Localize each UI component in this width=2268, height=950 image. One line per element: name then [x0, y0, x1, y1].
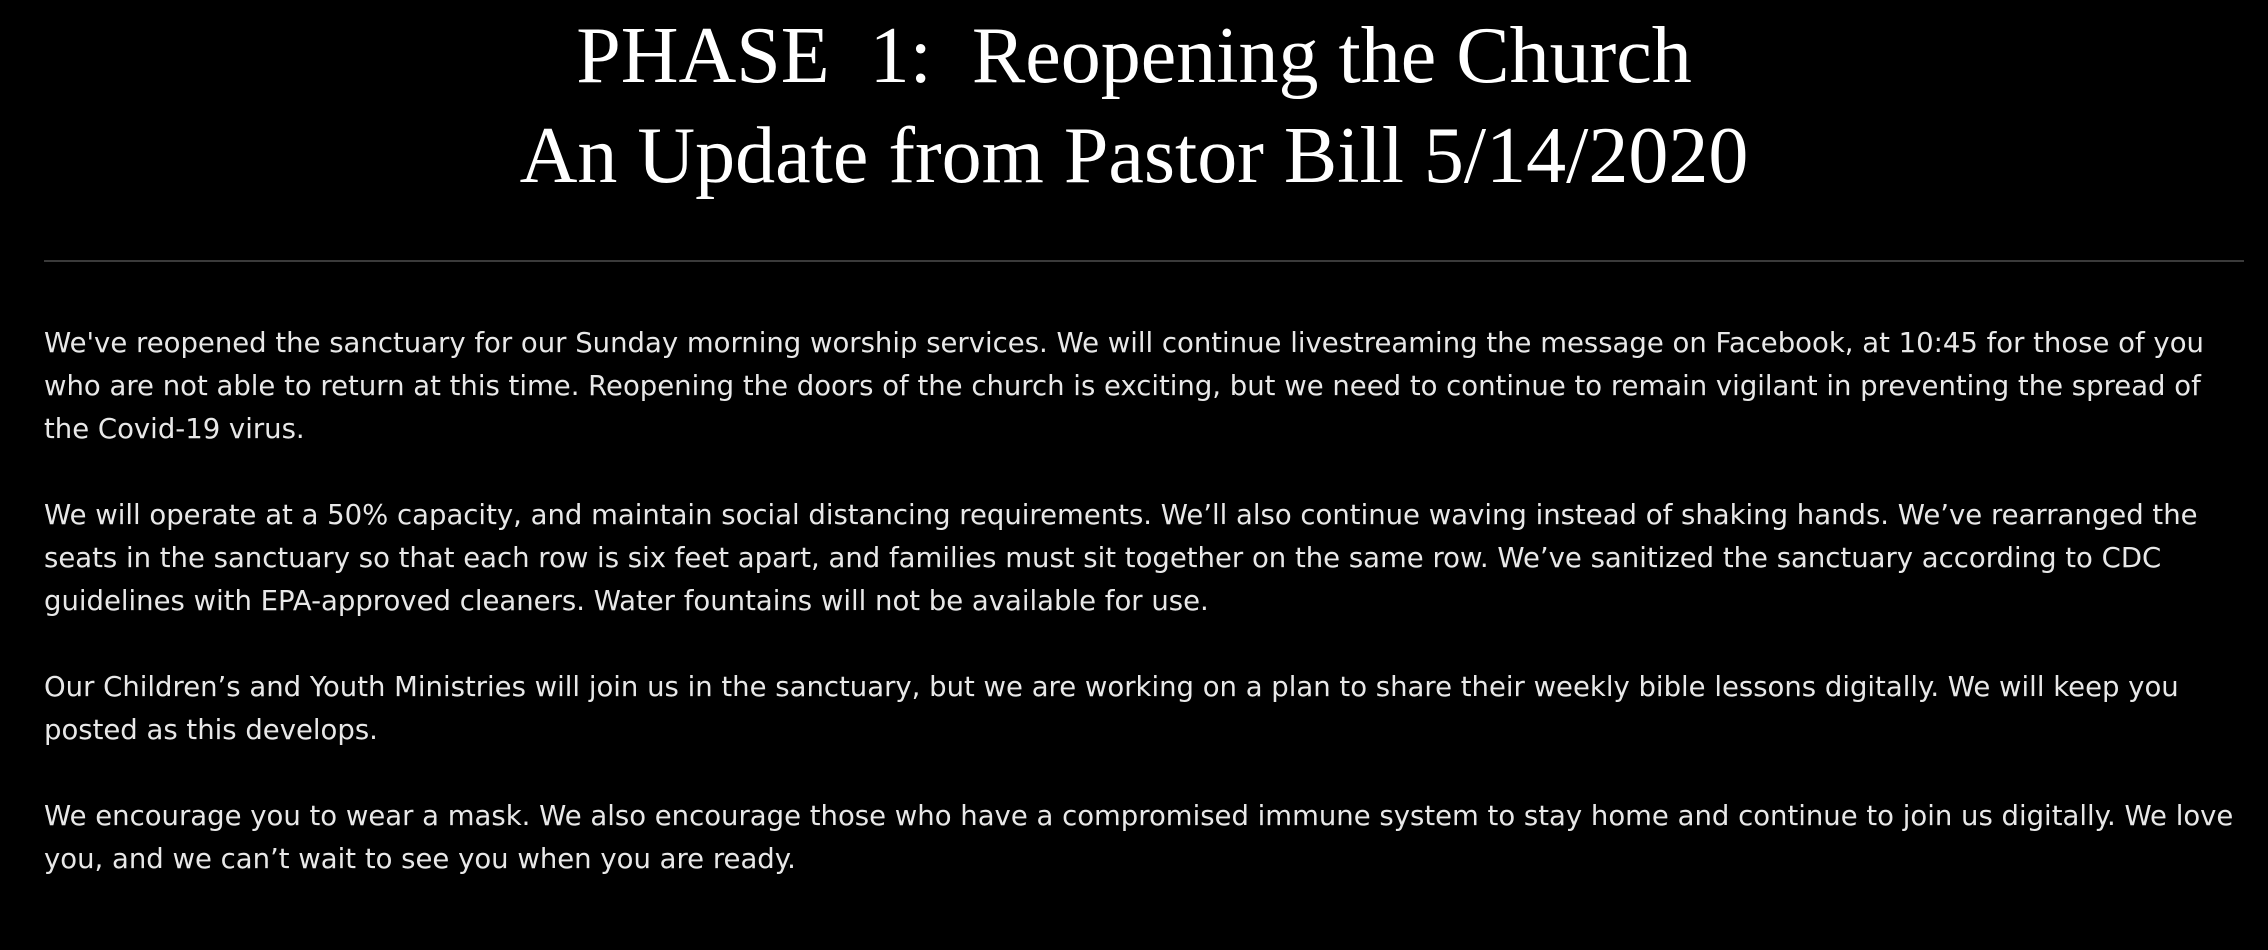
page-subtitle: An Update from Pastor Bill 5/14/2020	[519, 112, 1749, 200]
page-header: PHASE 1: Reopening the Church An Update …	[0, 0, 2268, 206]
header-divider	[44, 260, 2244, 262]
paragraph-masks: We encourage you to wear a mask. We also…	[44, 800, 2234, 875]
paragraph-ministries: Our Children’s and Youth Ministries will…	[44, 671, 2179, 746]
page-title: PHASE 1: Reopening the Church	[576, 12, 1692, 100]
article-body: We've reopened the sanctuary for our Sun…	[44, 322, 2254, 924]
paragraph-capacity: We will operate at a 50% capacity, and m…	[44, 499, 2198, 617]
paragraph-reopening: We've reopened the sanctuary for our Sun…	[44, 327, 2204, 445]
